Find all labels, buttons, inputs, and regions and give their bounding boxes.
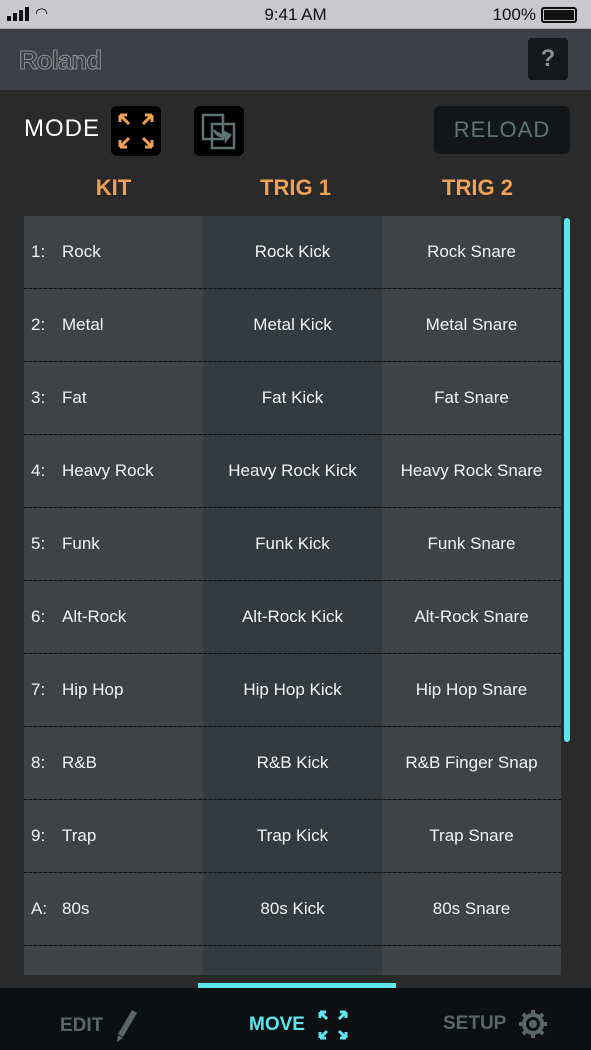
trig2-cell[interactable]: Hip Hop Snare: [382, 654, 561, 726]
trig1-cell[interactable]: Hip Hop Kick: [203, 654, 382, 726]
table-row[interactable]: 6: Alt-Rock Alt-Rock Kick Alt-Rock Snare: [24, 581, 561, 654]
tab-label: SETUP: [443, 1013, 507, 1034]
trig1-cell[interactable]: Rock Kick: [203, 216, 382, 288]
kit-table: 1: Rock Rock Kick Rock Snare 2: Metal Metal Ki…: [24, 216, 561, 975]
trig1-cell[interactable]: Fat Kick: [203, 362, 382, 434]
trig1-cell[interactable]: Alt-Rock Kick: [203, 581, 382, 653]
kit-cell[interactable]: 5: Funk: [24, 508, 203, 580]
trig2-cell[interactable]: Metal Snare: [382, 289, 561, 361]
table-row[interactable]: 3: Fat Fat Kick Fat Snare: [24, 362, 561, 435]
kit-number: 1:: [31, 242, 46, 261]
trig1-cell[interactable]: Funk Kick: [203, 508, 382, 580]
kit-name: R&B: [62, 753, 97, 772]
help-button[interactable]: ?: [528, 38, 568, 80]
trig1-cell[interactable]: R&B Kick: [203, 727, 382, 799]
kit-number: 4:: [31, 461, 46, 480]
kit-number: 7:: [31, 680, 46, 699]
kit-number: 8:: [31, 753, 46, 772]
table-row[interactable]: 2: Metal Metal Kick Metal Snare: [24, 289, 561, 362]
kit-name: Funk: [62, 534, 100, 553]
table-row[interactable]: A: 80s 80s Kick 80s Snare: [24, 873, 561, 946]
column-header-trig1: TRIG 1: [260, 175, 331, 200]
move-mode-button[interactable]: [111, 106, 161, 156]
kit-cell[interactable]: 9: Trap: [24, 800, 203, 872]
trig1-cell[interactable]: Heavy Rock Kick: [203, 435, 382, 507]
trig2-cell[interactable]: Big Beat Snare: [382, 946, 561, 975]
kit-cell[interactable]: 2: Metal: [24, 289, 203, 361]
table-row[interactable]: 7: Hip Hop Hip Hop Kick Hip Hop Snare: [24, 654, 561, 727]
tab-label: MOVE: [249, 1014, 305, 1035]
trig2-cell[interactable]: Alt-Rock Snare: [382, 581, 561, 653]
table-row[interactable]: 5: Funk Funk Kick Funk Snare: [24, 508, 561, 581]
kit-name: Rock: [62, 242, 101, 261]
trig2-cell[interactable]: Rock Snare: [382, 216, 561, 288]
expand-arrows-icon: [318, 1010, 348, 1040]
copy-icon: [201, 113, 236, 150]
status-bar: ◠ 9:41 AM 100%: [0, 0, 591, 29]
tab-setup[interactable]: SETUP: [443, 1009, 548, 1039]
app-header: Roland ?: [0, 29, 591, 90]
trig2-cell[interactable]: R&B Finger Snap: [382, 727, 561, 799]
tab-label: EDIT: [60, 1015, 104, 1036]
kit-name: Big Beat: [62, 972, 126, 975]
roland-logo: Roland: [18, 45, 102, 76]
kit-name: Trap: [62, 826, 97, 845]
kit-number: 5:: [31, 534, 46, 553]
battery-icon: [541, 7, 577, 23]
kit-cell[interactable]: A: 80s: [24, 873, 203, 945]
kit-number: B:: [31, 972, 62, 975]
pencil-icon: [117, 1010, 138, 1042]
table-row[interactable]: 4: Heavy Rock Heavy Rock Kick Heavy Rock Sn…: [24, 435, 561, 508]
kit-cell[interactable]: 4: Heavy Rock: [24, 435, 203, 507]
trig2-cell[interactable]: Fat Snare: [382, 362, 561, 434]
trig2-cell[interactable]: Heavy Rock Snare: [382, 435, 561, 507]
kit-name: Alt-Rock: [62, 607, 127, 626]
kit-number: A:: [31, 899, 48, 918]
tab-move[interactable]: MOVE: [249, 1009, 349, 1041]
reload-button[interactable]: RELOAD: [434, 106, 570, 154]
table-row[interactable]: 8: R&B R&B Kick R&B Finger Snap: [24, 727, 561, 800]
kit-cell[interactable]: B:Big Beat: [24, 946, 203, 975]
scrollbar[interactable]: [564, 218, 570, 742]
kit-number: 9:: [31, 826, 46, 845]
copy-mode-button[interactable]: [194, 106, 244, 156]
table-row[interactable]: B:Big BeatBig Beat KickBig Beat Snare: [24, 946, 561, 975]
battery-percent: 100%: [492, 5, 536, 24]
trig2-cell[interactable]: Trap Snare: [382, 800, 561, 872]
table-row[interactable]: 9: Trap Trap Kick Trap Snare: [24, 800, 561, 873]
mode-label: MODE: [24, 115, 100, 142]
kit-name: Metal: [62, 315, 104, 334]
kit-cell[interactable]: 1: Rock: [24, 216, 203, 288]
trig1-cell[interactable]: 80s Kick: [203, 873, 382, 945]
column-header-kit: KIT: [95, 175, 132, 200]
kit-name: Heavy Rock: [62, 461, 154, 480]
kit-number: 6:: [31, 607, 46, 626]
gear-icon: [519, 1010, 548, 1038]
expand-arrows-icon: [118, 113, 154, 149]
table-row[interactable]: 1: Rock Rock Kick Rock Snare: [24, 216, 561, 289]
tab-edit[interactable]: EDIT: [60, 1009, 139, 1043]
trig2-cell[interactable]: Funk Snare: [382, 508, 561, 580]
trig1-cell[interactable]: Trap Kick: [203, 800, 382, 872]
kit-name: 80s: [62, 899, 90, 918]
kit-cell[interactable]: 3: Fat: [24, 362, 203, 434]
trig2-cell[interactable]: 80s Snare: [382, 873, 561, 945]
column-header-trig2: TRIG 2: [442, 175, 513, 200]
kit-number: 2:: [31, 315, 46, 334]
kit-name: Fat: [62, 388, 87, 407]
kit-cell[interactable]: 7: Hip Hop: [24, 654, 203, 726]
trig1-cell[interactable]: Big Beat Kick: [203, 946, 382, 975]
kit-cell[interactable]: 6: Alt-Rock: [24, 581, 203, 653]
kit-name: Hip Hop: [62, 680, 124, 699]
kit-cell[interactable]: 8: R&B: [24, 727, 203, 799]
kit-number: 3:: [31, 388, 46, 407]
trig1-cell[interactable]: Metal Kick: [203, 289, 382, 361]
